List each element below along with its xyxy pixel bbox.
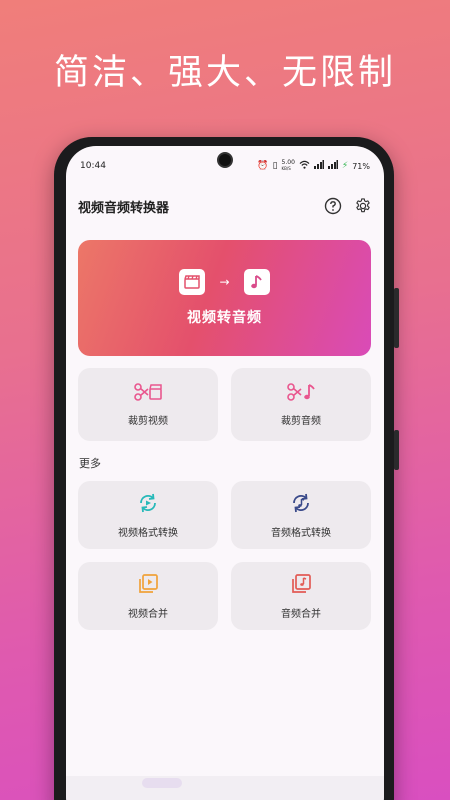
more-section-title: 更多 — [79, 457, 101, 470]
music-note-icon — [243, 269, 270, 295]
network-speed: 5.00 KB/S — [282, 160, 295, 172]
scissors-video-icon — [133, 382, 163, 406]
hero-label: 视频转音频 — [187, 310, 262, 326]
wifi-icon — [299, 160, 310, 172]
bottom-nav-bar — [66, 776, 384, 800]
video-format-convert-label: 视频格式转换 — [118, 527, 178, 539]
app-title: 视频音频转换器 — [78, 200, 170, 216]
app-bar: 视频音频转换器 — [78, 194, 372, 218]
signal-icon-1 — [313, 160, 324, 172]
video-merge-label: 视频合并 — [128, 608, 168, 620]
settings-gear-icon[interactable] — [354, 197, 372, 215]
video-to-audio-card[interactable]: → 视频转音频 — [78, 240, 371, 356]
audio-merge-label: 音频合并 — [281, 608, 321, 620]
audio-merge-card[interactable]: 音频合并 — [231, 562, 371, 630]
trim-audio-label: 裁剪音频 — [281, 416, 321, 427]
vibrate-icon: ▯ — [272, 161, 278, 171]
trim-video-label: 裁剪视频 — [128, 416, 168, 427]
network-speed-unit: KB/S — [281, 166, 291, 171]
trim-video-card[interactable]: 裁剪视频 — [78, 368, 218, 441]
video-merge-icon — [137, 573, 159, 599]
status-icons: ⏰ ▯ 5.00 KB/S ⚡ 71% — [257, 160, 370, 172]
video-merge-card[interactable]: 视频合并 — [78, 562, 218, 630]
app-bar-actions — [324, 197, 372, 215]
clapperboard-icon — [179, 269, 206, 295]
video-convert-icon — [137, 492, 159, 518]
audio-format-convert-card[interactable]: 音频格式转换 — [231, 481, 371, 549]
phone-volume-button — [394, 288, 399, 348]
battery-level: 71% — [352, 161, 370, 171]
nav-item-active-indicator[interactable] — [142, 778, 182, 788]
charging-icon: ⚡ — [341, 161, 349, 171]
phone-screen: 10:44 ⏰ ▯ 5.00 KB/S ⚡ 71% 视频音频转换器 → 视频转音… — [66, 146, 384, 800]
trim-audio-card[interactable]: 裁剪音频 — [231, 368, 371, 441]
scissors-music-icon — [286, 382, 316, 406]
audio-convert-icon — [290, 492, 312, 518]
hero-icons: → — [179, 269, 270, 295]
status-bar: 10:44 ⏰ ▯ 5.00 KB/S ⚡ 71% — [80, 158, 370, 174]
audio-format-convert-label: 音频格式转换 — [271, 527, 331, 539]
signal-icon-2 — [327, 160, 338, 172]
audio-merge-icon — [290, 573, 312, 599]
alarm-icon: ⏰ — [257, 161, 269, 171]
arrow-right-icon: → — [219, 275, 230, 289]
video-format-convert-card[interactable]: 视频格式转换 — [78, 481, 218, 549]
promo-headline: 简洁、强大、无限制 — [53, 53, 396, 93]
status-time: 10:44 — [80, 161, 106, 171]
phone-power-button — [394, 430, 399, 470]
help-icon[interactable] — [324, 197, 342, 215]
